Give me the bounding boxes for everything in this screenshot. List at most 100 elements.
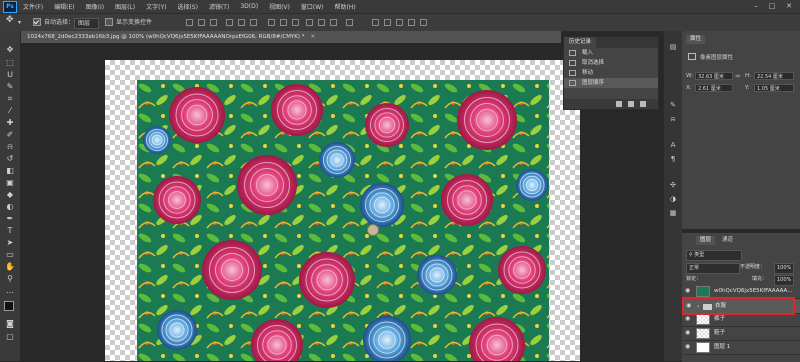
new-document-from-state-icon[interactable] [616,101,622,107]
distribute-left-icon[interactable] [306,19,313,26]
gradient-tool-icon[interactable]: ▣ [4,177,16,189]
close-icon[interactable]: ✕ [783,2,795,11]
auto-select-checkbox[interactable]: 自动选择： [33,17,74,27]
align-hcenter-icon[interactable] [238,19,245,26]
distribute-bottom-icon[interactable] [292,19,299,26]
visibility-eye-icon[interactable]: ◉ [685,330,691,336]
visibility-eye-icon[interactable]: ◉ [685,316,691,322]
history-item-move[interactable]: 移动 [564,68,658,78]
document-tab[interactable]: 1024x768_2d0ec2333ab16b3.jpg @ 100% (w0h… [21,31,561,43]
brush-panel-icon[interactable]: ✎ [669,101,677,109]
menu-type[interactable]: 文字(Y) [146,2,166,11]
checkbox-icon [105,17,113,26]
character-panel-icon[interactable]: A [669,141,677,149]
rectangle-tool-icon[interactable]: ▭ [4,249,16,261]
transform-controls-checkbox[interactable]: 显示变换控件 [105,17,152,27]
align-left-icon[interactable] [226,19,233,26]
healing-brush-tool-icon[interactable]: ✚ [4,117,16,129]
3d-rotate-icon[interactable] [372,19,379,26]
blue-flower [157,310,197,350]
menu-view[interactable]: 视图(V) [269,2,290,11]
3d-roll-icon[interactable] [384,19,391,26]
menu-layer[interactable]: 图层(L) [115,2,135,11]
x-position-field[interactable]: 2.61 厘米 [695,84,733,92]
distribute-top-icon[interactable] [268,19,275,26]
link-icon[interactable]: ∞ [735,72,743,80]
3d-drag-icon[interactable] [396,19,403,26]
history-brush-tool-icon[interactable]: ↺ [4,153,16,165]
clone-stamp-tool-icon[interactable]: ⍾ [4,141,16,153]
width-field[interactable]: 32.63 厘米 [695,72,733,80]
3d-slide-icon[interactable] [408,19,415,26]
quick-mask-icon[interactable]: ◙ [4,318,16,330]
screen-mode-icon[interactable]: ▢ [4,331,16,343]
properties-panel-icon[interactable]: ▤ [669,43,677,51]
clone-source-icon[interactable]: ⍾ [669,115,677,123]
tab-layers[interactable]: 图层 [696,236,716,245]
quick-select-tool-icon[interactable]: ✎ [4,81,16,93]
brush-tool-icon[interactable]: ✐ [4,129,16,141]
properties-panel-tab[interactable]: 属性 [686,35,706,44]
menu-3d[interactable]: 3D(D) [240,3,258,10]
adjustments-panel-icon[interactable]: ✣ [669,181,677,189]
distribute-vcenter-icon[interactable] [280,19,287,26]
more-tools-icon[interactable]: … [4,285,16,297]
distribute-hcenter-icon[interactable] [318,19,325,26]
tab-channels[interactable]: 通道 [718,236,737,245]
foreground-color-swatch[interactable] [4,301,14,311]
blend-mode-dropdown[interactable]: 正常 [686,263,740,274]
trash-icon[interactable] [640,101,646,107]
path-select-tool-icon[interactable]: ➤ [4,237,16,249]
layer-row[interactable]: ◉ 图层 1 [682,341,800,355]
menu-window[interactable]: 窗口(W) [301,2,324,11]
swatches-panel-icon[interactable]: ▦ [669,209,677,217]
menu-image[interactable]: 图像(I) [86,2,104,11]
move-tool-icon[interactable]: ✥ [6,16,14,25]
maximize-icon[interactable]: □ [766,2,778,11]
blur-tool-icon[interactable]: ◆ [4,189,16,201]
snapshot-camera-icon[interactable] [628,101,634,107]
lasso-tool-icon[interactable]: ᑌ [4,69,16,81]
tool-preset-chevron-icon[interactable]: ▾ [18,18,21,27]
eyedropper-tool-icon[interactable]: ⁄ [4,105,16,117]
auto-select-target-dropdown[interactable]: 图层 [74,18,100,29]
history-item-open[interactable]: 载入 [564,48,658,58]
crop-tool-icon[interactable]: ⌗ [4,93,16,105]
paragraph-panel-icon[interactable]: ¶ [669,155,677,163]
menu-select[interactable]: 选择(S) [177,2,198,11]
history-item-layer-order[interactable]: 图层顺序 [564,78,658,88]
move-tool-icon[interactable]: ✥ [4,44,16,56]
menu-file[interactable]: 文件(F) [23,2,43,11]
align-bottom-icon[interactable] [210,19,217,26]
distribute-right-icon[interactable] [330,19,337,26]
visibility-eye-icon[interactable]: ◉ [685,288,691,294]
layer-row[interactable]: ◉ 鞋子 [682,327,800,341]
menu-filter[interactable]: 滤镜(T) [209,2,229,11]
layer-row[interactable]: ◉ 裤子 [682,313,800,327]
history-item-deselect[interactable]: 取消选择 [564,58,658,68]
layer-filter-dropdown[interactable]: ⚲ 类型 [686,250,742,261]
menu-edit[interactable]: 编辑(E) [54,2,74,11]
zoom-tool-icon[interactable]: ⚲ [4,273,16,285]
pen-tool-icon[interactable]: ✒ [4,213,16,225]
document-canvas[interactable] [105,60,580,361]
eraser-tool-icon[interactable]: ◧ [4,165,16,177]
type-tool-icon[interactable]: T [4,225,16,237]
opacity-field[interactable]: 100% [774,263,795,274]
marquee-tool-icon[interactable]: ⬚ [4,57,16,69]
y-position-field[interactable]: 1.05 厘米 [754,84,794,92]
align-right-icon[interactable] [250,19,257,26]
styles-panel-icon[interactable]: ◑ [669,195,677,203]
history-panel-tab[interactable]: 历史记录 [564,37,597,48]
align-top-icon[interactable] [186,19,193,26]
minimize-icon[interactable]: – [750,2,762,11]
height-field[interactable]: 22.54 厘米 [754,72,794,80]
menu-help[interactable]: 帮助(H) [335,2,356,11]
dodge-tool-icon[interactable]: ◐ [4,201,16,213]
align-vcenter-icon[interactable] [198,19,205,26]
3d-scale-icon[interactable] [420,19,427,26]
close-document-icon[interactable]: ✕ [311,34,316,40]
auto-align-icon[interactable] [346,19,353,26]
visibility-eye-icon[interactable]: ◉ [685,344,691,350]
hand-tool-icon[interactable]: ✋ [4,261,16,273]
